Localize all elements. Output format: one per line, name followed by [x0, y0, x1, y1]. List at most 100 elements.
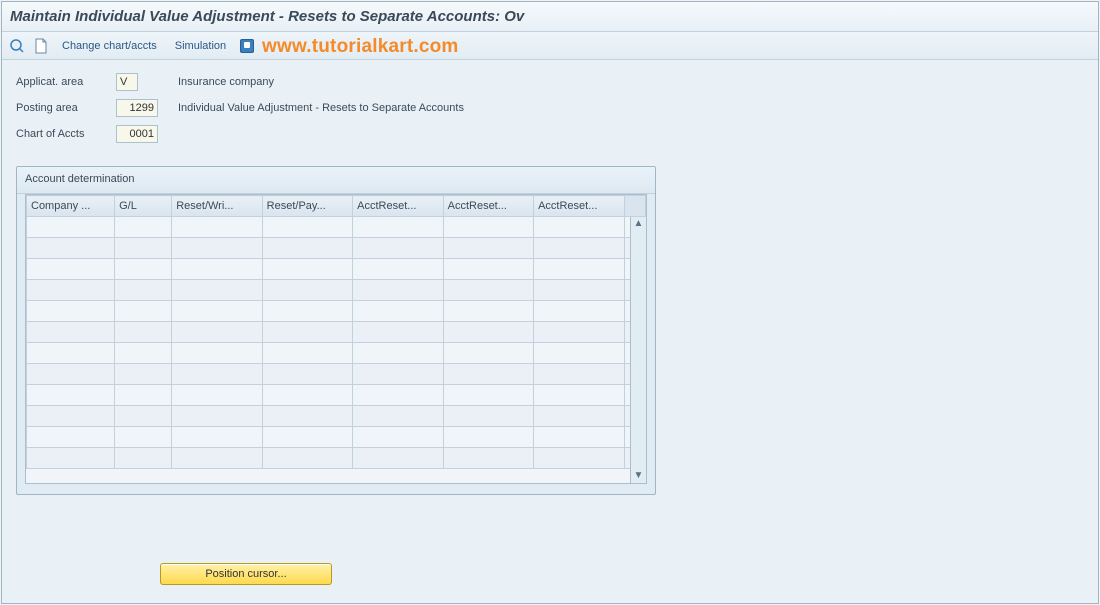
- table-cell[interactable]: [27, 427, 115, 448]
- column-header[interactable]: Reset/Wri...: [172, 196, 262, 217]
- table-cell[interactable]: [115, 259, 172, 280]
- table-cell[interactable]: [27, 301, 115, 322]
- table-cell[interactable]: [534, 238, 624, 259]
- table-cell[interactable]: [27, 238, 115, 259]
- position-cursor-button[interactable]: Position cursor...: [160, 563, 332, 585]
- table-row[interactable]: [27, 217, 646, 238]
- table-cell[interactable]: [172, 406, 262, 427]
- table-cell[interactable]: [534, 448, 624, 469]
- table-cell[interactable]: [115, 343, 172, 364]
- table-cell[interactable]: [172, 364, 262, 385]
- table-cell[interactable]: [27, 280, 115, 301]
- column-header[interactable]: G/L: [115, 196, 172, 217]
- table-cell[interactable]: [534, 259, 624, 280]
- table-cell[interactable]: [443, 217, 533, 238]
- table-cell[interactable]: [534, 385, 624, 406]
- table-cell[interactable]: [443, 406, 533, 427]
- display-icon[interactable]: [8, 37, 26, 55]
- column-header[interactable]: AcctReset...: [353, 196, 443, 217]
- table-cell[interactable]: [27, 217, 115, 238]
- column-header[interactable]: Company ...: [27, 196, 115, 217]
- change-chart-accts-link[interactable]: Change chart/accts: [56, 40, 163, 52]
- table-cell[interactable]: [172, 343, 262, 364]
- table-cell[interactable]: [534, 280, 624, 301]
- table-cell[interactable]: [27, 343, 115, 364]
- scroll-down-icon[interactable]: ▼: [634, 469, 644, 483]
- table-cell[interactable]: [172, 427, 262, 448]
- table-row[interactable]: [27, 322, 646, 343]
- table-row[interactable]: [27, 427, 646, 448]
- table-cell[interactable]: [172, 385, 262, 406]
- scroll-up-icon[interactable]: ▲: [634, 217, 644, 231]
- table-row[interactable]: [27, 343, 646, 364]
- table-cell[interactable]: [115, 427, 172, 448]
- column-header[interactable]: AcctReset...: [443, 196, 533, 217]
- column-header[interactable]: AcctReset...: [534, 196, 624, 217]
- table-cell[interactable]: [443, 448, 533, 469]
- table-cell[interactable]: [353, 343, 443, 364]
- table-cell[interactable]: [172, 322, 262, 343]
- simulation-icon[interactable]: [238, 37, 256, 55]
- table-cell[interactable]: [443, 427, 533, 448]
- table-cell[interactable]: [353, 406, 443, 427]
- table-row[interactable]: [27, 301, 646, 322]
- table-row[interactable]: [27, 364, 646, 385]
- table-cell[interactable]: [353, 301, 443, 322]
- table-cell[interactable]: [443, 343, 533, 364]
- table-cell[interactable]: [27, 448, 115, 469]
- applicat-area-input[interactable]: [116, 73, 138, 91]
- table-cell[interactable]: [262, 217, 352, 238]
- table-cell[interactable]: [172, 448, 262, 469]
- table-cell[interactable]: [262, 448, 352, 469]
- table-cell[interactable]: [353, 385, 443, 406]
- table-cell[interactable]: [115, 301, 172, 322]
- table-cell[interactable]: [534, 217, 624, 238]
- table-cell[interactable]: [534, 301, 624, 322]
- table-cell[interactable]: [262, 238, 352, 259]
- table-cell[interactable]: [443, 364, 533, 385]
- table-cell[interactable]: [172, 301, 262, 322]
- table-cell[interactable]: [172, 280, 262, 301]
- table-cell[interactable]: [443, 238, 533, 259]
- table-cell[interactable]: [443, 385, 533, 406]
- table-cell[interactable]: [172, 259, 262, 280]
- table-cell[interactable]: [115, 217, 172, 238]
- table-row[interactable]: [27, 448, 646, 469]
- table-cell[interactable]: [27, 364, 115, 385]
- table-cell[interactable]: [353, 280, 443, 301]
- table-cell[interactable]: [262, 280, 352, 301]
- table-cell[interactable]: [115, 280, 172, 301]
- table-cell[interactable]: [115, 322, 172, 343]
- table-cell[interactable]: [353, 322, 443, 343]
- table-cell[interactable]: [262, 343, 352, 364]
- table-cell[interactable]: [27, 385, 115, 406]
- table-cell[interactable]: [534, 322, 624, 343]
- table-cell[interactable]: [262, 406, 352, 427]
- table-row[interactable]: [27, 280, 646, 301]
- table-cell[interactable]: [443, 301, 533, 322]
- chart-of-accts-input[interactable]: [116, 125, 158, 143]
- table-cell[interactable]: [353, 238, 443, 259]
- table-cell[interactable]: [443, 322, 533, 343]
- column-header[interactable]: Reset/Pay...: [262, 196, 352, 217]
- table-cell[interactable]: [353, 364, 443, 385]
- table-cell[interactable]: [353, 217, 443, 238]
- table-row[interactable]: [27, 238, 646, 259]
- table-cell[interactable]: [172, 238, 262, 259]
- table-cell[interactable]: [262, 364, 352, 385]
- account-table[interactable]: Company ...G/LReset/Wri...Reset/Pay...Ac…: [26, 195, 646, 469]
- table-cell[interactable]: [353, 427, 443, 448]
- table-cell[interactable]: [534, 406, 624, 427]
- table-cell[interactable]: [443, 280, 533, 301]
- vertical-scrollbar[interactable]: ▲ ▼: [630, 217, 646, 483]
- table-cell[interactable]: [115, 406, 172, 427]
- table-cell[interactable]: [27, 322, 115, 343]
- table-cell[interactable]: [262, 322, 352, 343]
- table-cell[interactable]: [115, 385, 172, 406]
- table-cell[interactable]: [115, 448, 172, 469]
- simulation-link[interactable]: Simulation: [169, 40, 232, 52]
- table-cell[interactable]: [262, 385, 352, 406]
- table-cell[interactable]: [534, 364, 624, 385]
- table-row[interactable]: [27, 406, 646, 427]
- table-row[interactable]: [27, 259, 646, 280]
